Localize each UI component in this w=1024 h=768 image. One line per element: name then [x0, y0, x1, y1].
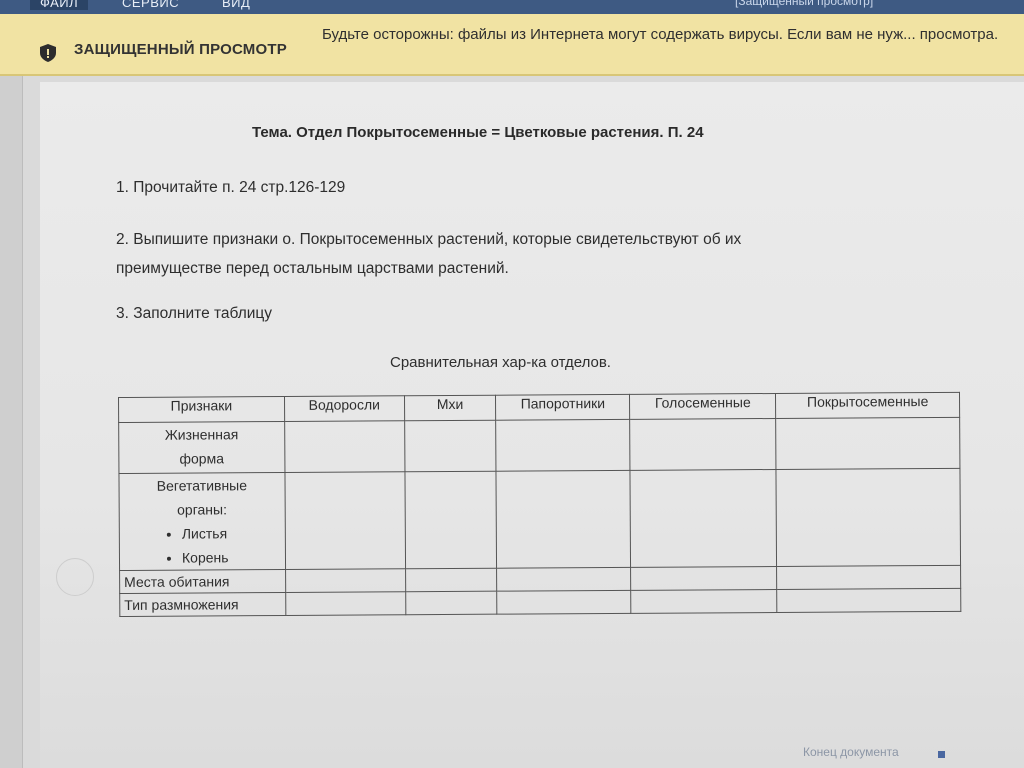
table-row: Вегетативные органы: Листья Корень	[118, 468, 961, 571]
header-ferns: Папоротники	[495, 394, 630, 421]
row-label-line: Жизненная	[164, 426, 239, 443]
menu-service[interactable]: СЕРВИС	[122, 0, 179, 10]
organ-bullet-list: Листья Корень	[124, 521, 281, 570]
table-cell[interactable]	[776, 565, 961, 590]
row-label-vegetative-organs: Вегетативные органы: Листья Корень	[118, 472, 286, 571]
table-caption: Сравнительная хар-ка отделов.	[390, 354, 611, 371]
table-cell[interactable]	[629, 418, 777, 471]
end-of-document-label: Конец документа	[803, 745, 899, 759]
table-cell[interactable]	[497, 590, 632, 615]
protected-view-message: Будьте осторожны: файлы из Интернета мог…	[322, 26, 999, 43]
table-cell[interactable]	[631, 589, 778, 614]
header-feature: Признаки	[118, 396, 285, 423]
table-cell[interactable]	[285, 568, 406, 593]
document-title: Тема. Отдел Покрытосеменные = Цветковые …	[252, 124, 704, 141]
table-row: Жизненная форма	[118, 417, 960, 474]
row-label-line: органы:	[177, 501, 228, 518]
menu-file[interactable]: ФАЙЛ	[30, 0, 89, 10]
header-angiosperms: Покрытосеменные	[775, 392, 960, 419]
protected-view-title: ЗАЩИЩЕННЫЙ ПРОСМОТР	[74, 41, 287, 58]
comparison-table: Признаки Водоросли Мхи Папоротники Голос…	[118, 392, 961, 617]
protected-view-bar: ЗАЩИЩЕННЫЙ ПРОСМОТР Будьте осторожны: фа…	[0, 14, 1024, 76]
row-label-habitat: Места обитания	[119, 569, 286, 594]
task-1: 1. Прочитайте п. 24 стр.126-129	[116, 179, 346, 196]
table-cell[interactable]	[496, 470, 631, 569]
table-cell[interactable]	[495, 419, 631, 472]
task-3: 3. Заполните таблицу	[116, 305, 273, 322]
row-label-line: форма	[179, 450, 225, 467]
table-cell[interactable]	[284, 471, 406, 570]
table-cell[interactable]	[496, 567, 632, 592]
menu-view[interactable]: ВИД	[222, 0, 250, 10]
header-mosses: Мхи	[404, 395, 496, 421]
end-of-document-marker	[938, 751, 945, 758]
window-title: [Защищенный просмотр]	[735, 0, 874, 8]
table-cell[interactable]	[405, 568, 498, 592]
table-cell[interactable]	[775, 417, 960, 470]
table-cell[interactable]	[285, 591, 406, 616]
table-row: Тип размножения	[119, 588, 961, 617]
table-cell[interactable]	[405, 591, 498, 615]
menu-bar: ФАЙЛ СЕРВИС ВИД [Защищенный просмотр]	[0, 0, 1024, 14]
list-item: Листья	[182, 521, 281, 546]
table-cell[interactable]	[776, 588, 961, 613]
table-cell[interactable]	[284, 420, 405, 473]
left-panel-edge	[0, 76, 23, 768]
row-label-line: Вегетативные	[156, 477, 248, 494]
task-2-line-1: 2. Выпишите признаки о. Покрытосеменных …	[116, 231, 742, 248]
table-cell[interactable]	[404, 471, 497, 569]
row-label-life-form: Жизненная форма	[118, 421, 285, 474]
header-algae: Водоросли	[284, 395, 405, 422]
table-cell[interactable]	[630, 469, 777, 568]
table-cell[interactable]	[776, 468, 961, 567]
page-circle-mark	[56, 558, 94, 596]
table-cell[interactable]	[404, 420, 497, 472]
header-gymnosperms: Голосеменные	[629, 393, 776, 420]
table-cell[interactable]	[630, 566, 777, 591]
shield-icon	[40, 44, 56, 62]
list-item: Корень	[182, 545, 281, 570]
row-label-reproduction: Тип размножения	[119, 592, 286, 617]
task-2-line-2: преимуществе перед остальным царствами р…	[116, 260, 509, 277]
